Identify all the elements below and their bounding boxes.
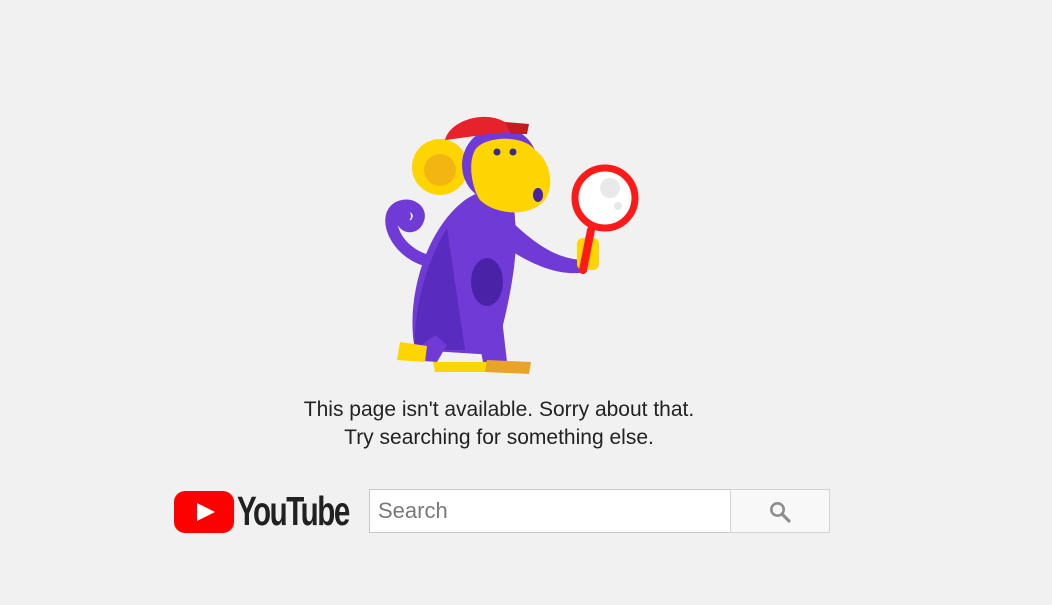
- error-line-2: Try searching for something else.: [344, 426, 654, 449]
- error-page: This page isn't available. Sorry about t…: [0, 0, 1052, 605]
- youtube-play-icon: [174, 491, 234, 533]
- youtube-logo[interactable]: YouTube: [174, 489, 358, 533]
- error-line-1: This page isn't available. Sorry about t…: [303, 398, 695, 421]
- youtube-wordmark: YouTube: [237, 488, 350, 534]
- search-icon: [770, 502, 791, 523]
- error-message: This page isn't available. Sorry about t…: [0, 396, 998, 452]
- search-bar: YouTube: [174, 489, 830, 533]
- monkey-magnifier-illustration: [385, 116, 639, 374]
- search-button[interactable]: [730, 489, 830, 533]
- search-input[interactable]: [369, 489, 733, 533]
